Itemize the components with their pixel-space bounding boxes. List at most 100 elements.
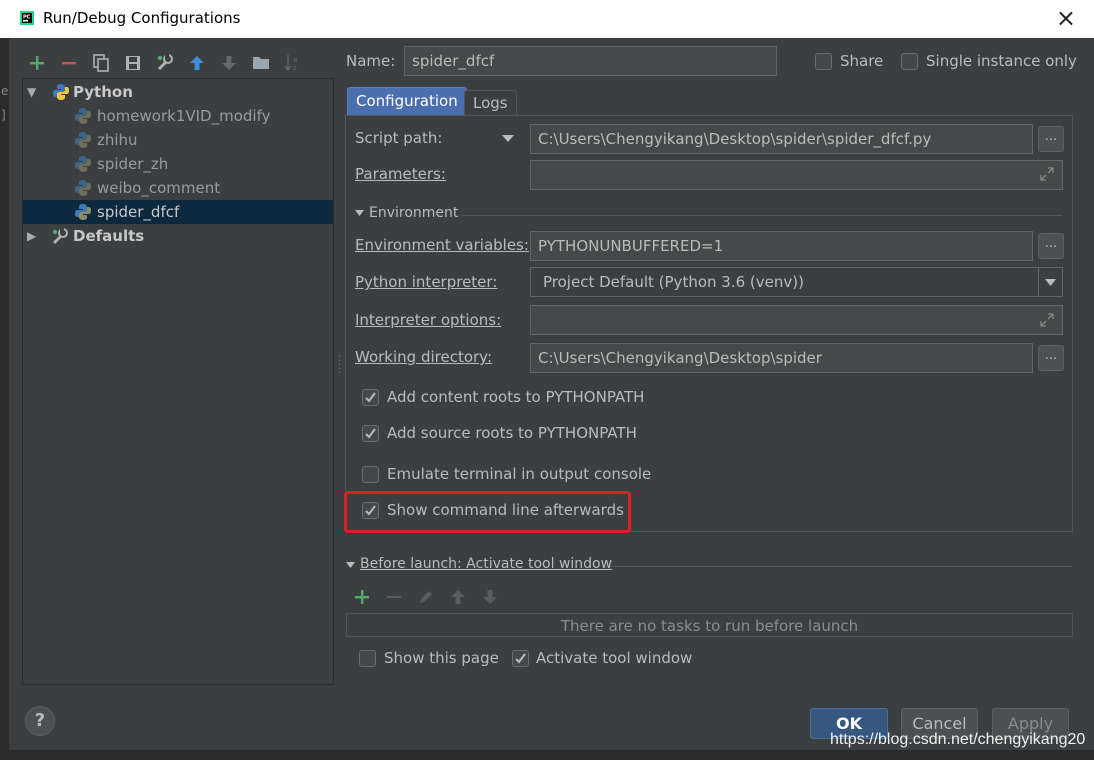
add-source-roots-checkbox[interactable]	[362, 425, 379, 442]
tree-item-homework1VID_modify[interactable]: homework1VID_modify	[75, 104, 325, 128]
add-configuration-button[interactable]	[24, 50, 50, 76]
interpreter-options-label: Interpreter options:	[355, 311, 502, 329]
save-configuration-button[interactable]	[120, 50, 146, 76]
single-instance-checkbox[interactable]	[901, 53, 918, 70]
edge-glyph: e	[1, 84, 9, 98]
splitter-handle[interactable]: · · · · ·	[338, 353, 341, 379]
tree-item-label: weibo_comment	[97, 179, 221, 197]
arrow-down-icon	[483, 590, 497, 604]
arrow-up-icon	[190, 56, 204, 70]
expand-icon[interactable]	[1040, 313, 1054, 327]
before-launch-task-list[interactable]: There are no tasks to run before launch	[346, 613, 1073, 637]
tree-group-label: Defaults	[73, 227, 145, 245]
watermark-text: https://blog.csdn.net/chengyikang20	[830, 731, 1086, 748]
working-dir-field[interactable]: C:\Users\Chengyikang\Desktop\spider	[530, 343, 1033, 373]
expanded-arrow-icon[interactable]: ▼	[27, 80, 36, 104]
single-instance-label: Single instance only	[926, 52, 1077, 70]
interpreter-select[interactable]: Project Default (Python 3.6 (venv))	[530, 267, 1063, 297]
browse-script-button[interactable]: ...	[1038, 126, 1064, 152]
tree-item-label: spider_dfcf	[97, 203, 180, 221]
edit-task-button[interactable]	[415, 586, 437, 608]
pycharm-app-icon: PC	[20, 11, 34, 25]
expand-icon[interactable]	[1040, 167, 1054, 181]
move-down-button[interactable]	[216, 50, 242, 76]
tab-configuration[interactable]: Configuration	[347, 87, 467, 116]
save-icon	[126, 56, 140, 70]
svg-text:PC: PC	[23, 15, 31, 21]
python-run-config-icon	[75, 180, 91, 196]
arrow-up-icon	[451, 590, 465, 604]
parameters-field[interactable]	[530, 160, 1063, 190]
activate-tool-window-checkbox[interactable]	[512, 650, 529, 667]
config-toolbar: az	[22, 48, 334, 76]
tree-item-weibo_comment[interactable]: weibo_comment	[75, 176, 325, 200]
interpreter-options-field[interactable]	[530, 305, 1063, 335]
move-task-down-button[interactable]	[479, 586, 501, 608]
edit-defaults-button[interactable]	[152, 50, 178, 76]
remove-task-button[interactable]	[383, 586, 405, 608]
defaults-wrench-icon	[52, 228, 68, 245]
tree-item-zhihu[interactable]: zhihu	[75, 128, 325, 152]
title-bar: PC Run/Debug Configurations ×	[0, 0, 1094, 38]
background-edge: e ]	[0, 38, 9, 760]
interpreter-select-value: Project Default (Python 3.6 (venv))	[543, 273, 804, 291]
tree-item-label: spider_zh	[97, 155, 169, 173]
minus-icon	[62, 62, 76, 65]
tree-item-spider_dfcf[interactable]: spider_dfcf	[23, 200, 333, 224]
folder-button[interactable]	[248, 50, 274, 76]
add-content-roots-checkbox[interactable]	[362, 389, 379, 406]
share-checkbox[interactable]	[815, 53, 832, 70]
checkmark-icon	[515, 653, 526, 664]
emulate-terminal-label: Emulate terminal in output console	[387, 465, 652, 483]
configuration-tree[interactable]: ▼ Python homework1VID_modify zhihu spide…	[22, 78, 334, 685]
name-field[interactable]: spider_dfcf	[404, 46, 777, 76]
window-title: Run/Debug Configurations	[43, 9, 241, 27]
edit-env-vars-button[interactable]: ...	[1038, 233, 1064, 259]
browse-working-dir-button[interactable]: ...	[1038, 345, 1064, 371]
script-path-field[interactable]: C:\Users\Chengyikang\Desktop\spider\spid…	[530, 124, 1033, 154]
help-button[interactable]: ?	[25, 706, 55, 736]
show-page-checkbox[interactable]	[359, 650, 376, 667]
plus-icon	[30, 56, 44, 70]
background-edge	[0, 750, 1094, 760]
tree-group-python[interactable]: ▼ Python	[27, 80, 327, 104]
tab-logs[interactable]: Logs	[464, 90, 517, 116]
sort-alpha-icon: az	[284, 55, 297, 72]
python-run-config-icon	[75, 108, 91, 124]
section-collapse-arrow-icon[interactable]	[346, 562, 355, 569]
python-run-config-icon	[75, 132, 91, 148]
env-vars-field[interactable]: PYTHONUNBUFFERED=1	[530, 231, 1033, 261]
checkmark-icon	[365, 428, 376, 439]
tree-item-label: homework1VID_modify	[97, 107, 271, 125]
before-launch-header: Before launch: Activate tool window	[360, 556, 613, 572]
checkmark-icon	[365, 392, 376, 403]
name-label: Name:	[346, 52, 396, 70]
share-label: Share	[840, 52, 884, 70]
plus-icon	[355, 590, 369, 604]
section-collapse-arrow-icon[interactable]	[355, 210, 364, 217]
add-task-button[interactable]	[351, 586, 373, 608]
tree-group-label: Python	[73, 83, 133, 101]
svg-text:a: a	[293, 56, 297, 64]
tree-group-defaults[interactable]: ▶ Defaults	[27, 224, 327, 248]
section-divider	[462, 215, 1062, 216]
dropdown-arrow-icon[interactable]	[502, 135, 514, 143]
python-icon	[53, 84, 69, 100]
move-task-up-button[interactable]	[447, 586, 469, 608]
close-icon[interactable]: ×	[1056, 4, 1076, 32]
environment-header: Environment	[369, 205, 459, 221]
script-path-label: Script path:	[355, 129, 443, 147]
section-divider	[610, 566, 1072, 567]
collapsed-arrow-icon[interactable]: ▶	[27, 224, 36, 248]
sort-button[interactable]: az	[280, 50, 306, 76]
move-up-button[interactable]	[184, 50, 210, 76]
python-run-config-icon	[75, 204, 91, 220]
emulate-terminal-checkbox[interactable]	[362, 466, 379, 483]
tree-item-spider_zh[interactable]: spider_zh	[75, 152, 325, 176]
interpreter-dropdown-button[interactable]	[1038, 268, 1062, 296]
add-content-roots-label: Add content roots to PYTHONPATH	[387, 388, 645, 406]
env-vars-label: Environment variables:	[355, 236, 529, 254]
remove-configuration-button[interactable]	[56, 50, 82, 76]
copy-configuration-button[interactable]	[88, 50, 114, 76]
annotation-highlight-box	[344, 491, 631, 533]
